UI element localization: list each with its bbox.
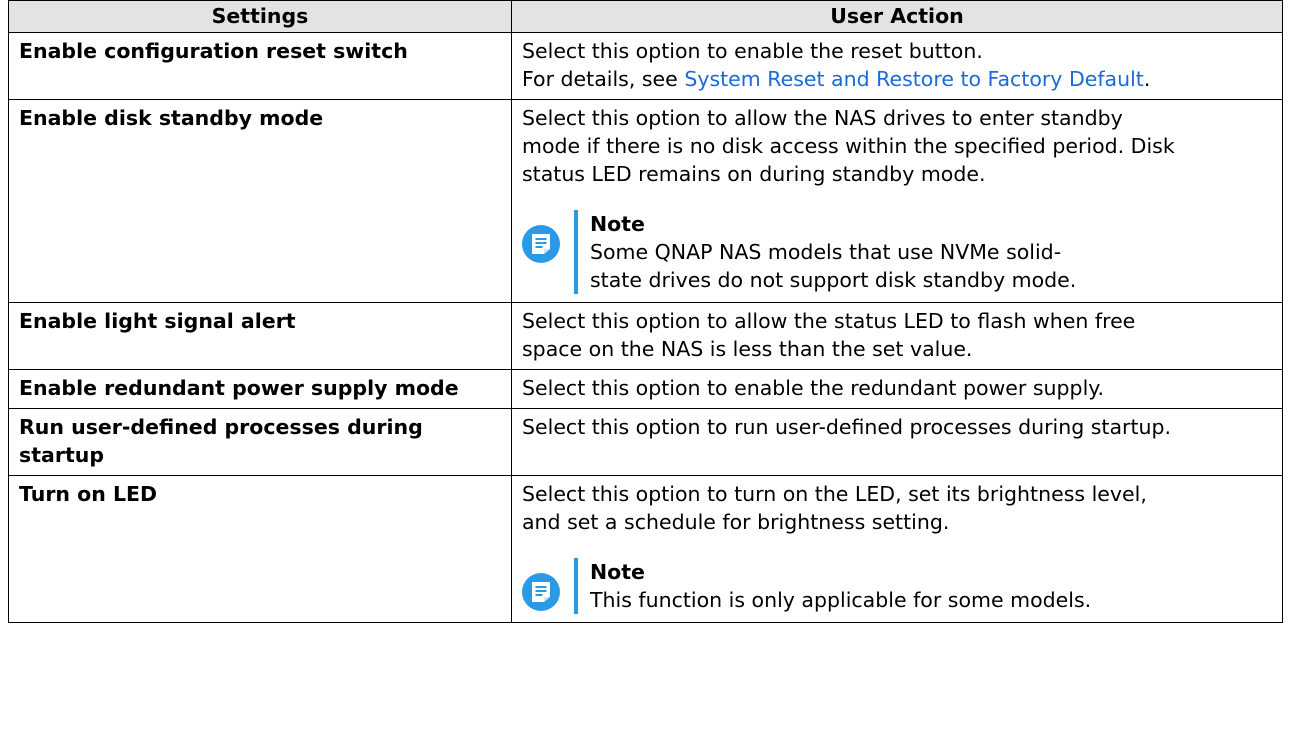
action-text: mode if there is no disk access within t… <box>522 134 1175 158</box>
setting-name: Enable light signal alert <box>8 302 512 370</box>
action-text: Select this option to enable the reset b… <box>522 39 983 63</box>
action-text: Select this option to allow the NAS driv… <box>522 106 1123 130</box>
header-user-action: User Action <box>511 0 1283 33</box>
note-text: Some QNAP NAS models that use NVMe solid… <box>590 240 1062 264</box>
note-body: Note Some QNAP NAS models that use NVMe … <box>574 210 1076 294</box>
note-title: Note <box>590 560 645 584</box>
table-row: Turn on LED Select this option to turn o… <box>8 475 1283 623</box>
user-action-cell: Select this option to allow the status L… <box>511 302 1283 370</box>
action-text: For details, see System Reset and Restor… <box>522 65 1274 93</box>
table-row: Enable light signal alert Select this op… <box>8 302 1283 370</box>
action-text: Select this option to turn on the LED, s… <box>522 482 1147 506</box>
note-icon <box>522 225 560 263</box>
settings-table: Settings User Action Enable configuratio… <box>8 0 1283 623</box>
user-action-cell: Select this option to allow the NAS driv… <box>511 99 1283 303</box>
action-text: space on the NAS is less than the set va… <box>522 337 973 361</box>
action-text: Select this option to allow the status L… <box>522 309 1136 333</box>
note-box: Note This function is only applicable fo… <box>522 558 1274 614</box>
note-box: Note Some QNAP NAS models that use NVMe … <box>522 210 1274 294</box>
note-icon <box>522 573 560 611</box>
setting-name: Enable redundant power supply mode <box>8 369 512 409</box>
setting-name: Turn on LED <box>8 475 512 623</box>
user-action-cell: Select this option to turn on the LED, s… <box>511 475 1283 623</box>
note-title: Note <box>590 212 645 236</box>
details-prefix: For details, see <box>522 67 685 91</box>
details-suffix: . <box>1143 67 1151 91</box>
setting-name: Enable configuration reset switch <box>8 32 512 100</box>
action-text: Select this option to run user-defined p… <box>522 415 1172 439</box>
action-text: status LED remains on during standby mod… <box>522 162 986 186</box>
factory-default-link[interactable]: System Reset and Restore to Factory Defa… <box>684 67 1144 91</box>
setting-name: Run user-defined processes during startu… <box>8 408 512 476</box>
note-text: This function is only applicable for som… <box>590 588 1092 612</box>
user-action-cell: Select this option to enable the redunda… <box>511 369 1283 409</box>
table-row: Run user-defined processes during startu… <box>8 408 1283 476</box>
table-row: Enable redundant power supply mode Selec… <box>8 369 1283 409</box>
setting-name: Enable disk standby mode <box>8 99 512 303</box>
action-text: and set a schedule for brightness settin… <box>522 510 950 534</box>
note-text: state drives do not support disk standby… <box>590 268 1077 292</box>
table-row: Enable configuration reset switch Select… <box>8 32 1283 100</box>
table-row: Enable disk standby mode Select this opt… <box>8 99 1283 303</box>
setting-name-line: Run user-defined processes during <box>19 415 423 439</box>
user-action-cell: Select this option to enable the reset b… <box>511 32 1283 100</box>
note-body: Note This function is only applicable fo… <box>574 558 1091 614</box>
user-action-cell: Select this option to run user-defined p… <box>511 408 1283 476</box>
header-settings: Settings <box>8 0 512 33</box>
setting-name-line: startup <box>19 443 105 467</box>
action-text: Select this option to enable the redunda… <box>522 376 1104 400</box>
header-row: Settings User Action <box>8 0 1283 33</box>
